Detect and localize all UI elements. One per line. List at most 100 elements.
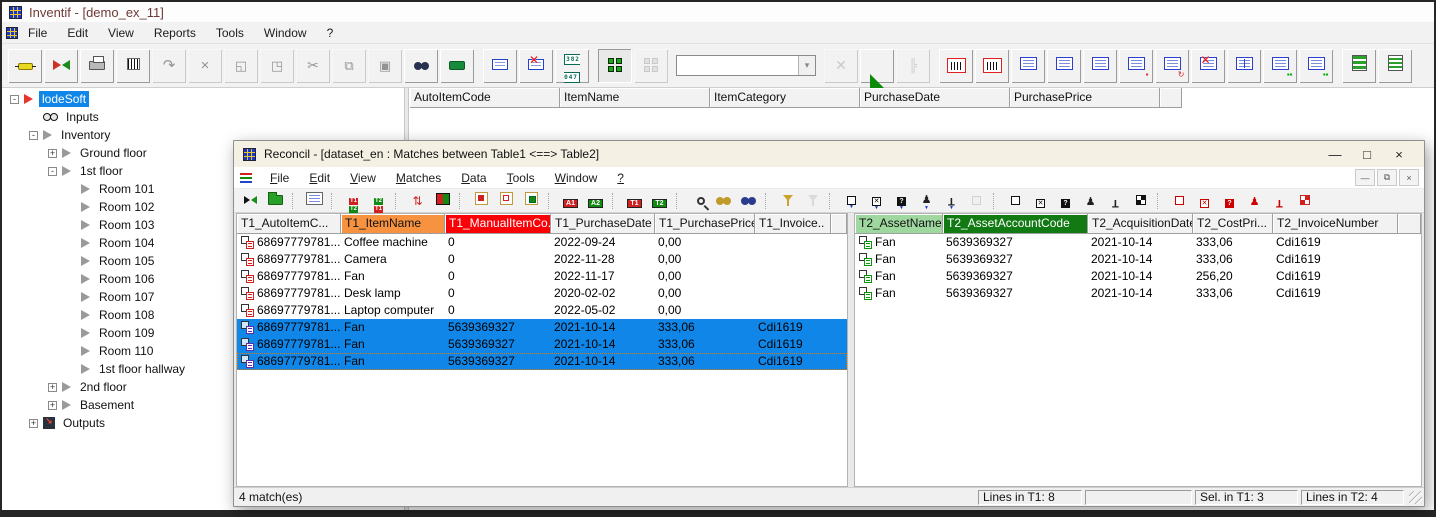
frame-outline-button[interactable] [495,191,518,211]
reconcil-menu-window[interactable]: Window [545,168,608,188]
column-header-t1-itemname[interactable]: T1_ItemName [341,214,445,234]
table1-row[interactable]: 68697779781... Fan 5639369327 2021-10-14 333… [237,336,847,353]
table1-row[interactable]: 68697779781... Fan 5639369327 2021-10-14 333… [237,319,847,336]
table2-row[interactable]: Fan 5639369327 2021-10-14 333,06 Cdi1619 [855,234,1421,251]
doc-delete-button[interactable]: ✕ [1191,48,1225,83]
menu-view[interactable]: View [98,23,144,43]
minimize-button[interactable]: — [1319,143,1351,165]
doc-columns-button[interactable] [1227,48,1261,83]
table1-row[interactable]: 68697779781... Desk lamp 0 2020-02-02 0,00 [237,285,847,302]
badge-a2-button[interactable]: A2 [584,191,607,211]
menu-tools[interactable]: Tools [206,23,254,43]
set-square-button[interactable] [860,48,894,88]
reconcil-menu-file[interactable]: File [260,168,299,188]
frame-filled-button[interactable] [470,191,493,211]
expand-icon[interactable]: + [48,382,57,392]
collapse-icon[interactable]: - [10,94,19,104]
counter-digits-button[interactable]: 382 047 [555,48,589,83]
menu-item[interactable]: ? [317,23,344,43]
mdi-close-button[interactable]: × [1399,169,1419,186]
table1-row[interactable]: 68697779781... Camera 0 2022-11-28 0,00 [237,251,847,268]
toolbar-combobox[interactable]: ▾ [676,55,816,76]
unmark-box-button[interactable] [1168,191,1191,211]
mail-delete-button[interactable]: ✕ [519,48,553,83]
table1-row[interactable]: 68697779781... Fan 5639369327 2021-10-14 333… [237,353,847,370]
doc-lines-button[interactable] [1011,48,1045,83]
show-marked-stamp-user-button[interactable]: ♟ ▼ [915,191,938,211]
frame-green-button[interactable] [520,191,543,211]
expand-icon[interactable]: + [29,418,38,428]
menu-window[interactable]: Window [254,23,317,43]
mdi-minimize-button[interactable]: — [1355,169,1375,186]
menu-reports[interactable]: Reports [144,23,206,43]
group-objects-button[interactable] [598,48,632,83]
transfer-t2-t1-button[interactable]: T2 T1 [367,191,390,213]
reconcil-menu-matches[interactable]: Matches [386,168,451,188]
doc-refresh-button[interactable]: ↻ [1155,48,1189,83]
printer-button[interactable] [80,48,114,83]
mark-box-button[interactable] [1004,191,1027,211]
reconcil-menu-edit[interactable]: Edit [299,168,340,188]
table1-row[interactable]: 68697779781... Laptop computer 0 2022-05-02… [237,302,847,319]
column-header-t2-assetname[interactable]: T2_AssetName [855,214,943,234]
unmark-stamp-button[interactable]: T [1268,191,1291,211]
mark-stamp-button[interactable]: T [1104,191,1127,211]
badge-t1-button[interactable]: T1 [623,191,646,211]
memo-card-button[interactable] [483,48,517,83]
expand-icon[interactable]: + [48,400,57,410]
table1-row[interactable]: 68697779781... Coffee machine 0 2022-09-24 0… [237,234,847,251]
badge-t2-button[interactable]: T2 [648,191,671,211]
barcode-labels-alt-button[interactable] [975,48,1009,83]
doc-list-detail-button[interactable] [1083,48,1117,83]
column-header-t2-invoicenumber[interactable]: T2_InvoiceNumber [1273,214,1398,234]
open-folder-button[interactable] [264,191,287,211]
mark-stamp-user-button[interactable]: ♟ [1079,191,1102,211]
connector-button[interactable] [8,48,42,83]
column-header-t1-purchasedate[interactable]: T1_PurchaseDate [551,214,655,234]
reconcil-menu-item[interactable]: ? [607,168,634,188]
bg-column-header-autoitemcode[interactable]: AutoItemCode [410,88,560,108]
reconcil-titlebar[interactable]: Reconcil - [dataset_en : Matches between… [234,141,1424,167]
zoom-search-button[interactable] [687,191,710,211]
column-header-t2-costpri[interactable]: T2_CostPri... [1193,214,1273,234]
table2-row[interactable]: Fan 5639369327 2021-10-14 256,20 Cdi1619 [855,268,1421,285]
bg-column-header-purchasedate[interactable]: PurchaseDate [860,88,1010,108]
collapse-icon[interactable]: - [29,130,38,140]
bg-column-header-purchaseprice[interactable]: PurchasePrice [1010,88,1160,108]
mark-auto-button[interactable] [1129,191,1152,211]
bg-column-header-itemcategory[interactable]: ItemCategory [710,88,860,108]
maximize-button[interactable]: □ [1351,143,1383,165]
match-arrows-button[interactable] [239,191,262,211]
unmark-cross-button[interactable]: ✕ [1193,191,1216,211]
bg-column-header-itemname[interactable]: ItemName [560,88,710,108]
tree-item-lodesoft[interactable]: - lodeSoft [2,90,404,108]
table2-row[interactable]: Fan 5639369327 2021-10-14 333,06 Cdi1619 [855,251,1421,268]
split-red-green-button[interactable] [431,191,454,211]
filter-button[interactable] [776,191,799,211]
column-header-t1-manualitemco[interactable]: T1_ManualItemCo... [445,214,551,234]
menu-edit[interactable]: Edit [57,23,98,43]
sort-matches-button[interactable]: ⇅ [406,191,429,211]
find-binoculars-button[interactable] [404,48,438,83]
collapse-icon[interactable]: - [48,166,57,176]
unmark-question-button[interactable]: ? [1218,191,1241,211]
close-button[interactable]: × [1383,143,1415,165]
expand-icon[interactable]: + [48,148,57,158]
menu-file[interactable]: File [18,23,57,43]
table1-row[interactable]: 68697779781... Fan 0 2022-11-17 0,00 [237,268,847,285]
resize-grip[interactable] [1409,491,1422,504]
mark-question-button[interactable]: ? [1054,191,1077,211]
column-header-t1-purchaseprice[interactable]: T1_PurchasePrice [655,214,755,234]
column-header-t1-invoice[interactable]: T1_Invoice.. [755,214,831,234]
mark-cross-button[interactable]: ✕ [1029,191,1052,211]
green-rows-button[interactable] [1342,48,1376,83]
doc-cube-button[interactable]: ▪ [1119,48,1153,83]
table2-row[interactable]: Fan 5639369327 2021-10-14 333,06 Cdi1619 [855,285,1421,302]
chevron-down-icon[interactable]: ▾ [798,56,815,75]
swap-arrows-button[interactable] [44,48,78,83]
tree-item-inputs[interactable]: Inputs [2,108,404,126]
properties-form-button[interactable] [303,191,326,211]
reconcil-menu-tools[interactable]: Tools [497,168,545,188]
column-header-t1-autoitemc[interactable]: T1_AutoItemC... [237,214,341,234]
column-header-t2-assetaccountcode[interactable]: T2_AssetAccountCode [943,214,1088,234]
